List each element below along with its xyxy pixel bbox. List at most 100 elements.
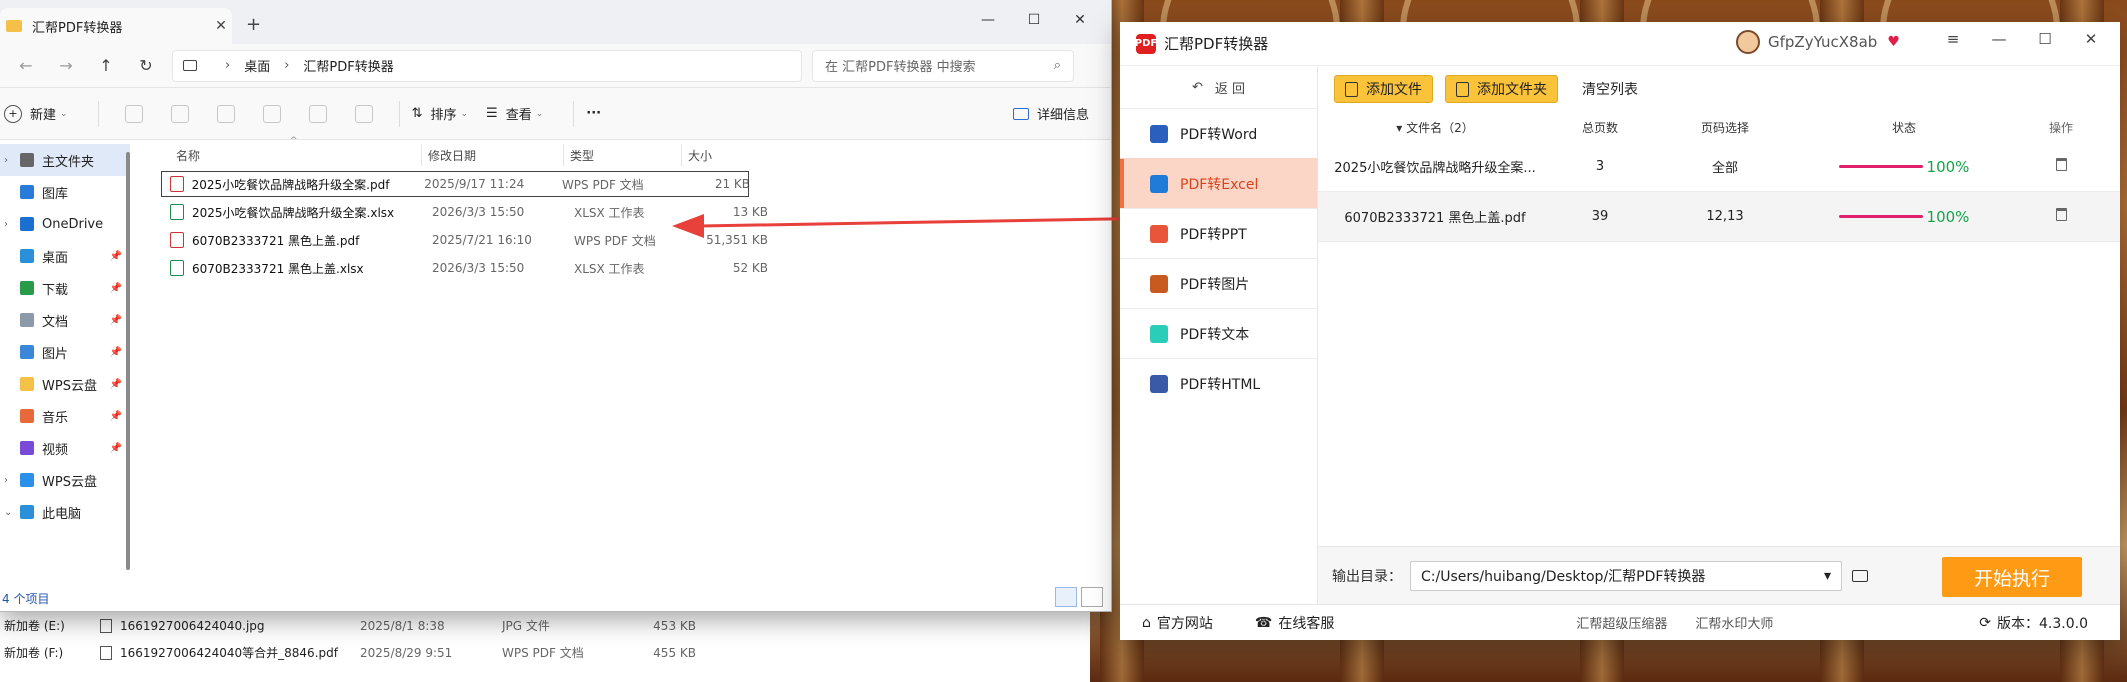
sidebar-item[interactable]: 文档 📌: [0, 304, 130, 336]
converter-nav-item[interactable]: PDF转Word: [1120, 108, 1317, 158]
tiles-view-button[interactable]: [1081, 587, 1103, 607]
paste-icon[interactable]: [216, 104, 235, 123]
vip-heart-icon: ♥: [1887, 34, 1900, 50]
version-info[interactable]: ⟳ 版本：4.3.0.0: [1979, 613, 2088, 633]
address-bar-row: ← → ↑ ↻ › 桌面 › 汇帮PDF转换器 在 汇帮PDF转换器 中搜索 ⌕: [0, 44, 1111, 88]
minimize-button[interactable]: —: [1976, 30, 2022, 48]
open-folder-icon[interactable]: [1852, 569, 1868, 582]
share-icon[interactable]: [308, 104, 327, 123]
minimize-button[interactable]: —: [965, 6, 1011, 34]
address-bar[interactable]: › 桌面 › 汇帮PDF转换器: [172, 49, 802, 82]
new-button[interactable]: + 新建 ⌄: [4, 104, 68, 123]
user-account[interactable]: GfpZyYucX8ab ♥: [1736, 30, 1900, 54]
forward-button[interactable]: →: [46, 56, 86, 75]
column-header-size[interactable]: 大小: [682, 144, 758, 166]
header-filename[interactable]: ▾ 文件名（2）: [1318, 119, 1552, 136]
new-tab-button[interactable]: +: [246, 14, 261, 35]
converter-nav-item[interactable]: PDF转HTML: [1120, 358, 1317, 408]
sidebar-item[interactable]: 音乐 📌: [0, 400, 130, 432]
cut-icon[interactable]: [124, 104, 143, 123]
back-button[interactable]: ↶ 返 回: [1120, 66, 1317, 108]
file-row[interactable]: 6070B2333721 黑色上盖.xlsx 2026/3/3 15:50 XL…: [160, 254, 1111, 282]
file-name: 1661927006424040.jpg: [120, 618, 265, 633]
task-page-range[interactable]: 12,13: [1648, 209, 1802, 224]
search-input[interactable]: 在 汇帮PDF转换器 中搜索 ⌕: [812, 49, 1074, 82]
sidebar-item[interactable]: 桌面 📌: [0, 240, 130, 272]
sidebar-item[interactable]: ⌄ 此电脑: [0, 496, 130, 528]
file-date: 2026/3/3 15:50: [432, 261, 525, 275]
sidebar-item-label: 主文件夹: [42, 154, 95, 170]
header-action: 操作: [2048, 120, 2073, 135]
sidebar-item[interactable]: › 主文件夹: [0, 144, 130, 176]
clear-list-button[interactable]: 清空列表: [1582, 79, 1638, 99]
file-icon: [100, 618, 112, 633]
maximize-button[interactable]: ☐: [1011, 6, 1057, 34]
file-row[interactable]: 6070B2333721 黑色上盖.pdf 2025/7/21 16:10 WP…: [160, 226, 1111, 254]
close-button[interactable]: ✕: [2068, 30, 2114, 48]
details-view-button[interactable]: [1055, 587, 1077, 607]
compressor-link[interactable]: 汇帮超级压缩器: [1576, 613, 1667, 632]
header-status: 状态: [1891, 120, 1916, 135]
breadcrumb-folder[interactable]: 汇帮PDF转换器: [303, 56, 393, 75]
sidebar-item[interactable]: 视频 📌: [0, 432, 130, 464]
chevron-icon[interactable]: ›: [4, 155, 20, 166]
details-pane-button[interactable]: 详细信息: [1012, 104, 1089, 123]
task-filename: 6070B2333721 黑色上盖.pdf: [1344, 211, 1526, 226]
converter-nav-item[interactable]: PDF转PPT: [1120, 208, 1317, 258]
delete-icon[interactable]: [354, 104, 373, 123]
breadcrumb-desktop[interactable]: 桌面: [244, 56, 270, 75]
file-row[interactable]: 2025小吃餐饮品牌战略升级全案.xlsx 2026/3/3 15:50 XLS…: [160, 198, 1111, 226]
menu-button[interactable]: ≡: [1930, 30, 1976, 48]
file-size: 21 KB: [714, 177, 750, 191]
add-folder-button[interactable]: 添加文件夹: [1445, 75, 1558, 103]
refresh-button[interactable]: ↻: [126, 56, 166, 75]
column-header-type[interactable]: 类型: [564, 144, 682, 166]
sidebar-item[interactable]: › OneDrive: [0, 208, 130, 240]
sidebar-item[interactable]: 图库: [0, 176, 130, 208]
file-row[interactable]: 2025小吃餐饮品牌战略升级全案.pdf 2025/9/17 11:24 WPS…: [160, 170, 750, 198]
maximize-button[interactable]: ☐: [2022, 30, 2068, 48]
delete-task-button[interactable]: [2006, 208, 2116, 225]
chevron-icon[interactable]: ⌄: [4, 507, 20, 518]
watermark-link[interactable]: 汇帮水印大师: [1695, 613, 1773, 632]
chevron-icon[interactable]: ›: [4, 219, 20, 230]
delete-task-button[interactable]: [2006, 158, 2116, 175]
up-button[interactable]: ↑: [86, 56, 126, 75]
file-type: JPG 文件: [502, 619, 550, 633]
column-header-name[interactable]: 名称: [176, 144, 422, 166]
file-type: WPS PDF 文档: [561, 177, 644, 192]
sidebar-item-label: 图库: [42, 186, 69, 202]
more-options-button[interactable]: ···: [586, 106, 601, 121]
sidebar-item[interactable]: 下载 📌: [0, 272, 130, 304]
toolbar-divider: [97, 100, 99, 127]
explorer-tab[interactable]: 汇帮PDF转换器 ✕: [0, 8, 232, 44]
column-header-date[interactable]: 修改日期: [422, 144, 564, 166]
chevron-icon[interactable]: ›: [4, 475, 20, 486]
sort-button[interactable]: ⇅ 排序 ⌄: [412, 104, 468, 123]
start-button[interactable]: 开始执行: [1942, 557, 2082, 597]
converter-nav-item[interactable]: PDF转Excel: [1120, 158, 1317, 208]
converter-nav-item[interactable]: PDF转图片: [1120, 258, 1317, 308]
add-file-button[interactable]: 添加文件: [1334, 75, 1433, 103]
close-button[interactable]: ✕: [1057, 6, 1103, 34]
view-button[interactable]: ☰ 查看 ⌄: [486, 104, 543, 123]
format-icon: [1150, 374, 1168, 393]
sidebar-item[interactable]: 图片 📌: [0, 336, 130, 368]
output-directory-select[interactable]: C:/Users/huibang/Desktop/汇帮PDF转换器 ▾: [1410, 560, 1842, 591]
task-page-range[interactable]: 全部: [1648, 157, 1802, 176]
back-button[interactable]: ←: [6, 56, 46, 75]
copy-icon[interactable]: [170, 104, 189, 123]
converter-nav-item[interactable]: PDF转文本: [1120, 308, 1317, 358]
support-link[interactable]: ☎ 在线客服: [1255, 613, 1334, 633]
sidebar-item[interactable]: › WPS云盘: [0, 464, 130, 496]
website-link[interactable]: ⌂ 官方网站: [1142, 613, 1213, 633]
add-file-icon: [1345, 81, 1358, 97]
file-task-row[interactable]: 2025小吃餐饮品牌战略升级全案... 3 全部 100%: [1318, 142, 2120, 192]
file-size: 453 KB: [653, 618, 696, 633]
nav-folder-icon: [20, 377, 34, 391]
rename-icon[interactable]: [262, 104, 281, 123]
tab-close-icon[interactable]: ✕: [210, 18, 232, 34]
file-task-row[interactable]: 6070B2333721 黑色上盖.pdf 39 12,13 100%: [1318, 192, 2120, 242]
support-label: 在线客服: [1278, 615, 1335, 632]
sidebar-item[interactable]: WPS云盘 📌: [0, 368, 130, 400]
